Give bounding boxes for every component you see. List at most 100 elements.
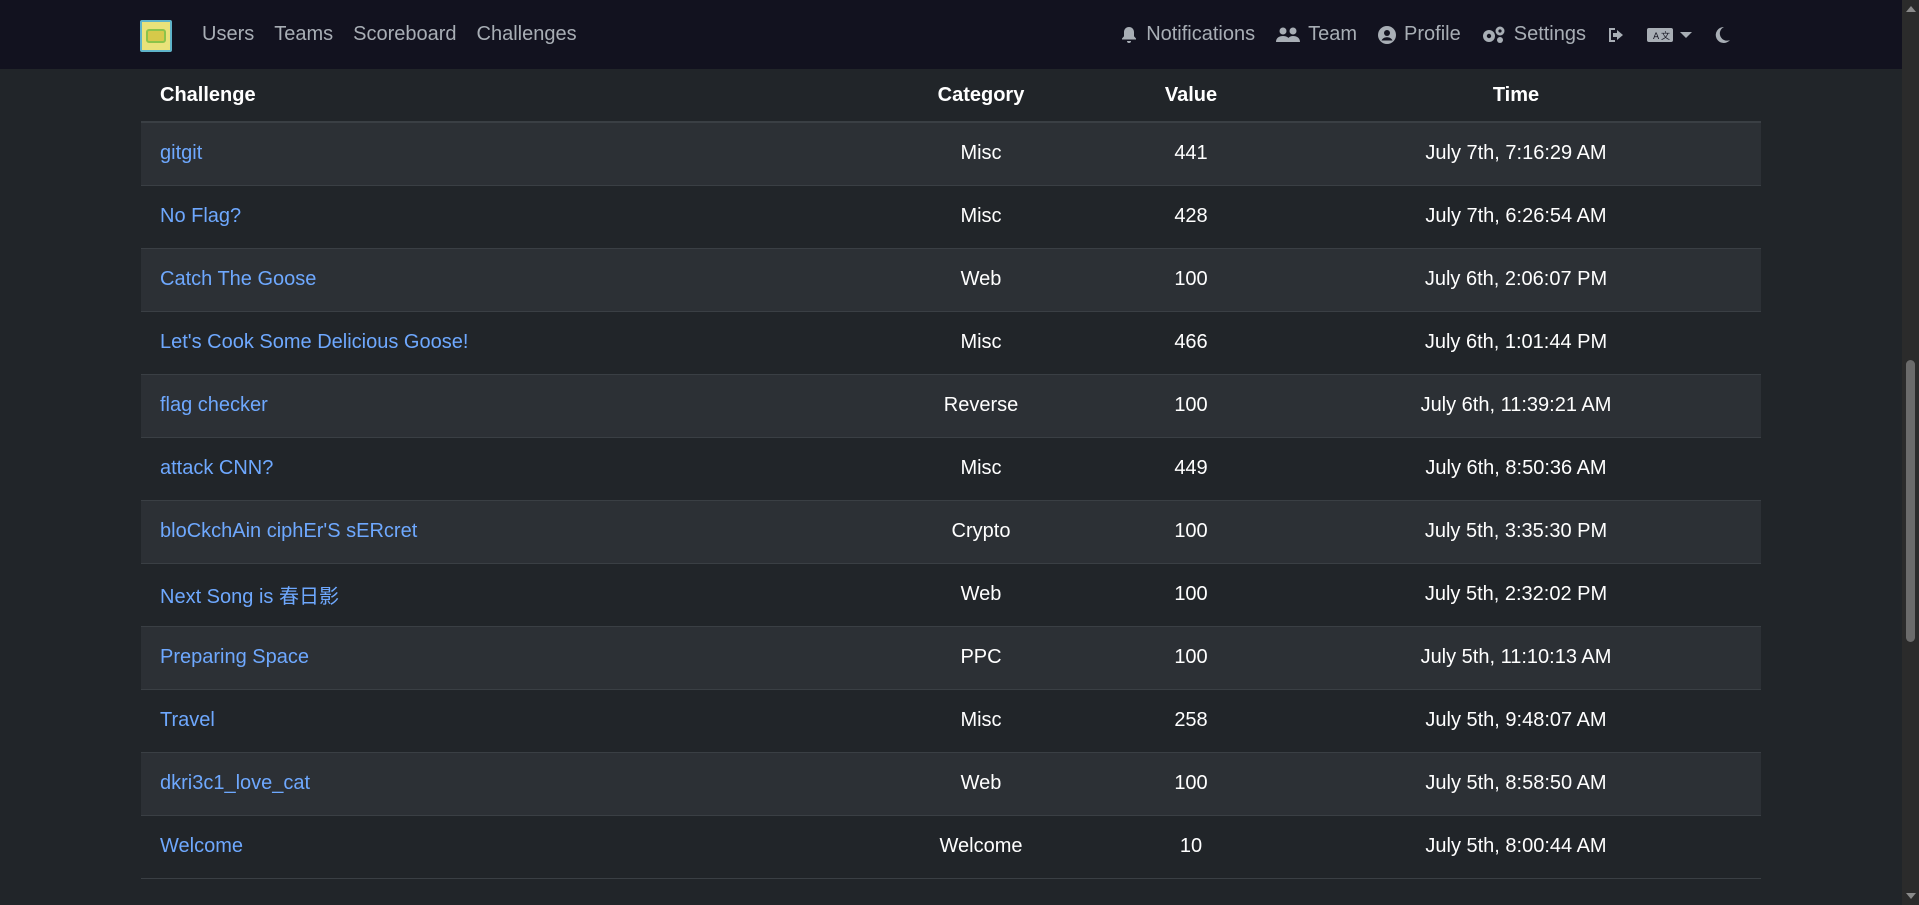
challenge-link[interactable]: Travel xyxy=(160,709,215,731)
nav-users[interactable]: Users xyxy=(202,23,254,46)
nav-teams[interactable]: Teams xyxy=(274,23,333,46)
solves-table: Challenge Category Value Time gitgit Misc… xyxy=(141,69,1761,879)
moon-icon xyxy=(1715,26,1730,43)
scroll-down-arrow-icon[interactable] xyxy=(1906,893,1916,899)
nav-left-links: Users Teams Scoreboard Challenges xyxy=(202,0,577,69)
nav-challenges[interactable]: Challenges xyxy=(477,23,577,46)
challenge-link[interactable]: Next Song is 春日影 xyxy=(160,586,339,608)
value-cell: 100 xyxy=(1111,752,1271,816)
nav-scoreboard[interactable]: Scoreboard xyxy=(353,23,456,46)
value-cell: 10 xyxy=(1111,815,1271,879)
challenge-cell: Welcome xyxy=(141,815,851,879)
challenge-link[interactable]: Preparing Space xyxy=(160,646,309,668)
users-icon xyxy=(1276,27,1301,42)
challenge-link[interactable]: flag checker xyxy=(160,394,268,416)
table-row: No Flag? Misc 428 July 7th, 6:26:54 AM xyxy=(141,185,1761,249)
top-navbar: Users Teams Scoreboard Challenges Notifi… xyxy=(0,0,1902,69)
value-cell: 466 xyxy=(1111,311,1271,375)
time-cell: July 7th, 6:26:54 AM xyxy=(1271,185,1761,249)
nav-team[interactable]: Team xyxy=(1275,23,1357,46)
challenge-cell: Preparing Space xyxy=(141,626,851,690)
scroll-up-arrow-icon[interactable] xyxy=(1906,6,1916,12)
time-cell: July 5th, 11:10:13 AM xyxy=(1271,626,1761,690)
value-cell: 100 xyxy=(1111,500,1271,564)
category-cell: Web xyxy=(851,248,1111,312)
chevron-down-icon xyxy=(1680,31,1692,38)
header-value: Value xyxy=(1111,69,1271,123)
language-dropdown[interactable]: A文 xyxy=(1646,25,1692,45)
challenge-link[interactable]: Catch The Goose xyxy=(160,268,316,290)
theme-toggle[interactable] xyxy=(1712,25,1732,45)
challenge-cell: Travel xyxy=(141,689,851,753)
challenge-link[interactable]: attack CNN? xyxy=(160,457,273,479)
table-row: gitgit Misc 441 July 7th, 7:16:29 AM xyxy=(141,122,1761,186)
time-cell: July 5th, 3:35:30 PM xyxy=(1271,500,1761,564)
site-logo[interactable] xyxy=(140,20,172,52)
logo-graphic xyxy=(146,29,166,43)
value-cell: 428 xyxy=(1111,185,1271,249)
challenge-link[interactable]: dkri3c1_love_cat xyxy=(160,772,310,794)
user-circle-icon xyxy=(1378,25,1397,44)
solves-table-container: Challenge Category Value Time gitgit Misc… xyxy=(141,69,1761,879)
bell-icon xyxy=(1122,26,1137,43)
challenge-cell: No Flag? xyxy=(141,185,851,249)
page-scrollbar[interactable] xyxy=(1902,0,1919,905)
table-row: dkri3c1_love_cat Web 100 July 5th, 8:58:50 … xyxy=(141,752,1761,816)
table-row: Preparing Space PPC 100 July 5th, 11:10:13 … xyxy=(141,626,1761,690)
table-row: Next Song is 春日影 Web 100 July 5th, 2:32:02 … xyxy=(141,563,1761,627)
table-row: bloCkchAin ciphEr'S sERcret Crypto 100 July… xyxy=(141,500,1761,564)
gears-icon xyxy=(1482,26,1505,43)
table-row: attack CNN? Misc 449 July 6th, 8:50:36 AM xyxy=(141,437,1761,501)
category-cell: Misc xyxy=(851,311,1111,375)
svg-text:文: 文 xyxy=(1661,30,1670,42)
time-cell: July 6th, 8:50:36 AM xyxy=(1271,437,1761,501)
value-cell: 100 xyxy=(1111,248,1271,312)
nav-settings-label: Settings xyxy=(1513,23,1586,45)
svg-text:A: A xyxy=(1653,32,1660,42)
table-row: flag checker Reverse 100 July 6th, 11:39:21… xyxy=(141,374,1761,438)
challenge-link[interactable]: Let's Cook Some Delicious Goose! xyxy=(160,331,468,353)
challenge-cell: Catch The Goose xyxy=(141,248,851,312)
challenge-link[interactable]: No Flag? xyxy=(160,205,241,227)
nav-settings[interactable]: Settings xyxy=(1481,23,1586,46)
category-cell: Web xyxy=(851,563,1111,627)
nav-notifications-label: Notifications xyxy=(1146,23,1256,45)
challenge-link[interactable]: gitgit xyxy=(160,142,202,164)
nav-profile[interactable]: Profile xyxy=(1377,23,1461,46)
header-category: Category xyxy=(851,69,1111,123)
time-cell: July 6th, 1:01:44 PM xyxy=(1271,311,1761,375)
value-cell: 258 xyxy=(1111,689,1271,753)
time-cell: July 5th, 8:00:44 AM xyxy=(1271,815,1761,879)
nav-right-links: Notifications Team Profile Settings A文 xyxy=(1119,0,1732,69)
category-cell: Welcome xyxy=(851,815,1111,879)
time-cell: July 7th, 7:16:29 AM xyxy=(1271,122,1761,186)
time-cell: July 5th, 2:32:02 PM xyxy=(1271,563,1761,627)
value-cell: 100 xyxy=(1111,374,1271,438)
header-time: Time xyxy=(1271,69,1761,123)
challenge-cell: flag checker xyxy=(141,374,851,438)
header-challenge: Challenge xyxy=(141,69,851,123)
category-cell: Reverse xyxy=(851,374,1111,438)
table-header-row: Challenge Category Value Time xyxy=(141,69,1761,123)
nav-profile-label: Profile xyxy=(1404,23,1461,45)
challenge-link[interactable]: Welcome xyxy=(160,835,243,857)
category-cell: Misc xyxy=(851,185,1111,249)
nav-notifications[interactable]: Notifications xyxy=(1119,23,1255,46)
value-cell: 441 xyxy=(1111,122,1271,186)
value-cell: 100 xyxy=(1111,626,1271,690)
value-cell: 449 xyxy=(1111,437,1271,501)
challenge-cell: Let's Cook Some Delicious Goose! xyxy=(141,311,851,375)
challenge-cell: dkri3c1_love_cat xyxy=(141,752,851,816)
scroll-thumb[interactable] xyxy=(1906,360,1915,642)
challenge-cell: bloCkchAin ciphEr'S sERcret xyxy=(141,500,851,564)
time-cell: July 5th, 9:48:07 AM xyxy=(1271,689,1761,753)
nav-team-label: Team xyxy=(1308,23,1358,45)
table-row: Welcome Welcome 10 July 5th, 8:00:44 AM xyxy=(141,815,1761,879)
table-row: Let's Cook Some Delicious Goose! Misc 466 J… xyxy=(141,311,1761,375)
time-cell: July 5th, 8:58:50 AM xyxy=(1271,752,1761,816)
challenge-cell: Next Song is 春日影 xyxy=(141,563,851,627)
value-cell: 100 xyxy=(1111,563,1271,627)
language-icon: A文 xyxy=(1647,27,1673,42)
challenge-link[interactable]: bloCkchAin ciphEr'S sERcret xyxy=(160,520,417,542)
logout-button[interactable] xyxy=(1606,25,1626,45)
